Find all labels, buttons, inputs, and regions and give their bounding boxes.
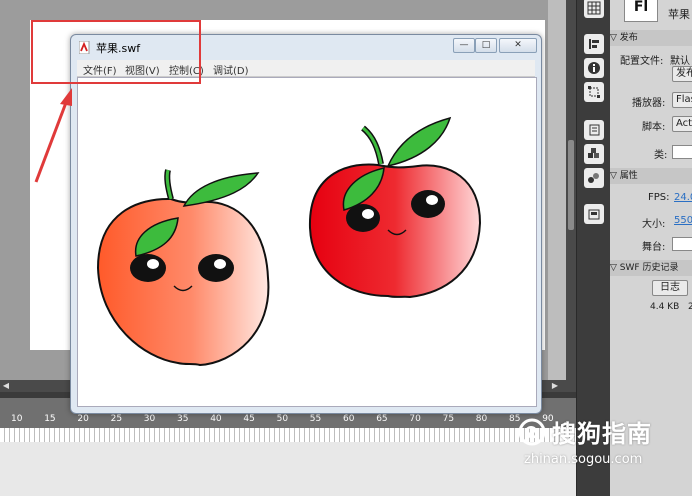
info-icon[interactable] <box>584 58 604 78</box>
file-size-extra: 2 <box>688 302 692 312</box>
ruler-tick-label: 30 <box>143 414 156 424</box>
publish-button[interactable]: 发布 <box>672 66 692 82</box>
align-icon[interactable] <box>584 34 604 54</box>
swf-player-window[interactable]: 苹果.swf — □ ✕ 文件(F) 视图(V) 控制(C) 调试(D) <box>70 34 542 414</box>
properties-section-header[interactable]: ▽ 属性 <box>610 168 692 184</box>
timeline-layers-area <box>0 442 576 496</box>
ruler-tick-label: 80 <box>475 414 488 424</box>
script-select[interactable]: Acti <box>672 116 692 132</box>
profile-value: 默认 <box>670 56 690 67</box>
script-label: 脚本: <box>642 122 666 133</box>
apples-illustration <box>96 116 482 367</box>
class-label: 类: <box>654 150 668 161</box>
annotation-highlight-box <box>31 20 201 84</box>
ruler-tick-label: 25 <box>110 414 123 424</box>
ruler-tick-label: 40 <box>210 414 222 424</box>
ruler-tick-label: 10 <box>11 414 23 424</box>
watermark-brand: 搜狗指南 <box>552 420 652 448</box>
fps-value[interactable]: 24.0 <box>674 192 692 203</box>
expand-arrow-icon: ▽ <box>610 263 620 273</box>
stage-color-swatch[interactable] <box>672 237 692 251</box>
minimize-button[interactable]: — <box>453 38 475 53</box>
ruler-tick-label: 35 <box>177 414 189 424</box>
menu-debug[interactable]: 调试(D) <box>213 62 249 77</box>
flash-app-logo: Fl <box>624 0 658 22</box>
sogou-logo-icon <box>518 418 546 446</box>
history-icon[interactable] <box>584 120 604 140</box>
grid-icon[interactable] <box>584 0 604 18</box>
stage-label: 舞台: <box>642 242 666 253</box>
swf-history-section-header[interactable]: ▽ SWF 历史记录 <box>610 260 692 276</box>
class-input[interactable] <box>672 145 692 159</box>
close-button[interactable]: ✕ <box>499 38 537 53</box>
document-file-name: 苹果 <box>668 8 690 21</box>
sogou-watermark: 搜狗指南 zhinan.sogou.com <box>518 412 688 472</box>
transform-icon[interactable] <box>584 82 604 102</box>
vertical-scroll-thumb[interactable] <box>568 140 574 230</box>
expand-arrow-icon: ▽ <box>610 33 620 43</box>
apple-right <box>308 116 482 299</box>
scroll-left-arrow-icon[interactable]: ◀ <box>1 381 11 391</box>
apple-left <box>96 169 270 367</box>
library-icon[interactable] <box>584 204 604 224</box>
size-label: 大小: <box>642 219 666 230</box>
size-value[interactable]: 550 <box>674 215 692 226</box>
ruler-tick-label: 45 <box>243 414 255 424</box>
player-label: 播放器: <box>632 98 666 109</box>
ruler-tick-label: 50 <box>276 414 289 424</box>
expand-arrow-icon: ▽ <box>610 171 620 181</box>
log-button[interactable]: 日志 <box>652 280 688 296</box>
color-swatches-icon[interactable] <box>584 168 604 188</box>
components-icon[interactable] <box>584 144 604 164</box>
fps-label: FPS: <box>648 192 670 203</box>
profile-label: 配置文件: <box>620 56 664 67</box>
file-size: 4.4 KB <box>650 302 680 312</box>
ruler-tick-label: 65 <box>376 414 388 424</box>
ruler-tick-label: 15 <box>44 414 56 424</box>
stage-vertical-scrollbar[interactable] <box>566 0 576 380</box>
timeline-frames[interactable] <box>0 428 576 442</box>
swf-content-area <box>77 77 537 407</box>
player-select[interactable]: Flas <box>672 92 692 108</box>
ruler-tick-label: 55 <box>309 414 322 424</box>
watermark-url: zhinan.sogou.com <box>524 452 643 467</box>
ruler-tick-label: 60 <box>343 414 355 424</box>
maximize-button[interactable]: □ <box>475 38 497 53</box>
ruler-tick-label: 75 <box>442 414 455 424</box>
ruler-tick-label: 20 <box>77 414 89 424</box>
publish-section-header[interactable]: ▽ 发布 <box>610 30 692 46</box>
scroll-right-arrow-icon[interactable]: ▶ <box>550 381 560 391</box>
ruler-tick-label: 70 <box>409 414 421 424</box>
